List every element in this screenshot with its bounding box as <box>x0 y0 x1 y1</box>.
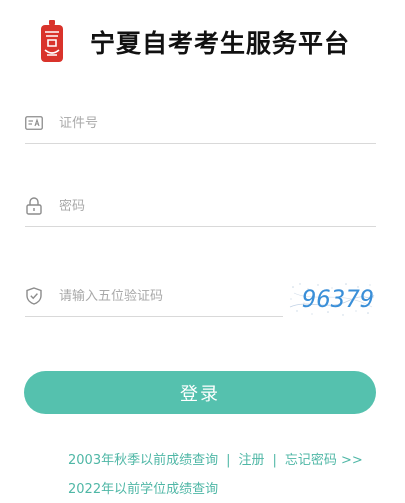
login-page: 宁夏自考考生服务平台 证件号 请输入五位验证码 96379 登录 2003年秋季… <box>0 0 405 503</box>
captcha-code-text: 96379 <box>302 285 375 313</box>
id-number-input[interactable] <box>59 115 309 131</box>
id-number-field <box>25 103 376 144</box>
forgot-password-link[interactable]: 忘记密码 >> <box>285 453 363 468</box>
seal-logo <box>40 20 64 64</box>
login-button[interactable]: 登录 <box>24 371 376 414</box>
site-title: 宁夏自考考生服务平台 <box>90 29 351 58</box>
captcha-image[interactable]: 96379 <box>288 281 376 317</box>
register-link[interactable]: 注册 <box>238 453 264 468</box>
password-input[interactable] <box>59 198 309 214</box>
footer-links-second-row: 2022年以前学位成绩查询 <box>68 478 218 497</box>
lock-icon <box>25 197 43 215</box>
captcha-input[interactable] <box>59 288 283 304</box>
password-field <box>25 186 376 227</box>
pre-2022-degree-score-query-link[interactable]: 2022年以前学位成绩查询 <box>68 482 218 497</box>
captcha-field <box>25 276 283 317</box>
id-card-icon <box>25 114 43 132</box>
link-separator: | <box>226 453 231 468</box>
pre-2003-score-query-link[interactable]: 2003年秋季以前成绩查询 <box>68 453 218 468</box>
header: 宁夏自考考生服务平台 <box>40 18 350 66</box>
link-separator: | <box>272 453 277 468</box>
shield-check-icon <box>25 287 43 305</box>
footer-links: 2003年秋季以前成绩查询 | 注册 | 忘记密码 >> <box>68 449 363 468</box>
